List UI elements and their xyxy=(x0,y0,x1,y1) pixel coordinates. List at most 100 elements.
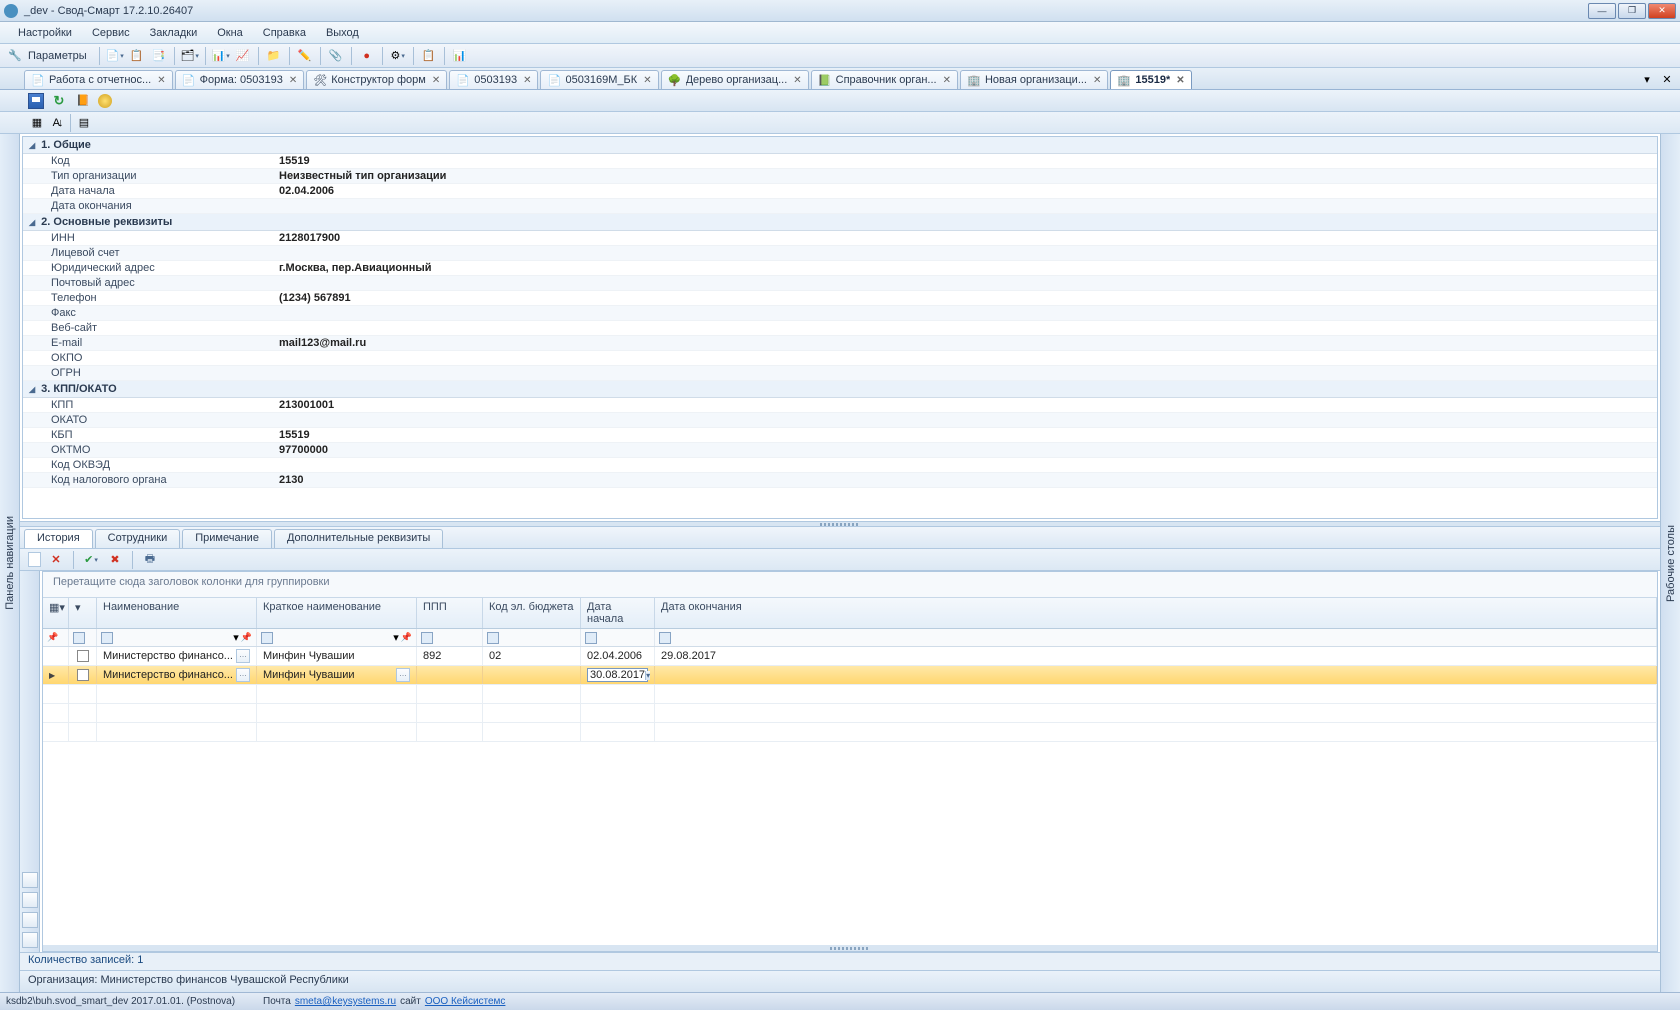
prop-row[interactable]: Факс xyxy=(23,306,1657,321)
prop-value[interactable] xyxy=(273,351,1657,365)
filter-icon[interactable] xyxy=(421,632,433,644)
tab-close-icon[interactable]: ✕ xyxy=(943,75,951,86)
table-row[interactable]: Министерство финансо...…Минфин Чувашии89… xyxy=(43,647,1657,666)
tb-btn-2[interactable]: 📋 xyxy=(128,47,146,65)
tabs-dropdown-icon[interactable]: ▾ xyxy=(1638,71,1656,89)
col-ppp[interactable]: ППП xyxy=(417,598,483,628)
edit-button[interactable]: … xyxy=(236,649,250,663)
tab-close-icon[interactable]: ✕ xyxy=(1093,75,1101,86)
prop-row[interactable]: Юридический адресг.Москва, пер.Авиационн… xyxy=(23,261,1657,276)
date-editor[interactable]: 30.08.2017▾ xyxy=(587,668,648,682)
prop-row[interactable]: Веб-сайт xyxy=(23,321,1657,336)
prop-row[interactable]: ОГРН xyxy=(23,366,1657,381)
tb-chart-icon[interactable]: 📊 xyxy=(451,47,469,65)
prop-row[interactable]: КБП15519 xyxy=(23,428,1657,443)
col-indicator[interactable]: ▦▾ xyxy=(43,598,69,628)
coin-icon[interactable] xyxy=(98,94,112,108)
col-short[interactable]: Краткое наименование xyxy=(257,598,417,628)
prop-value[interactable] xyxy=(273,366,1657,380)
col-dstart[interactable]: Дата начала xyxy=(581,598,655,628)
prop-value[interactable]: 213001001 xyxy=(273,398,1657,412)
tb-btn-6[interactable]: 📈 xyxy=(234,47,252,65)
tb-btn-4[interactable]: 🗂 xyxy=(181,47,199,65)
tab-history[interactable]: История xyxy=(24,529,93,548)
prop-value[interactable]: Неизвестный тип организации xyxy=(273,169,1657,183)
prop-value[interactable] xyxy=(273,306,1657,320)
prop-value[interactable]: (1234) 567891 xyxy=(273,291,1657,305)
prop-row[interactable]: КПП213001001 xyxy=(23,398,1657,413)
prop-row[interactable]: ОКПО xyxy=(23,351,1657,366)
tab-close-icon[interactable]: ✕ xyxy=(643,75,651,86)
prop-value[interactable] xyxy=(273,199,1657,213)
tab-extra[interactable]: Дополнительные реквизиты xyxy=(274,529,443,548)
tab-close-icon[interactable]: ✕ xyxy=(523,75,531,86)
prop-value[interactable] xyxy=(273,413,1657,427)
menu-exit[interactable]: Выход xyxy=(316,27,369,39)
menu-settings[interactable]: Настройки xyxy=(8,27,82,39)
tab-3[interactable]: 📄0503193✕ xyxy=(449,70,538,89)
prop-section[interactable]: 3. КПП/ОКАТО xyxy=(23,381,1657,398)
journal-icon[interactable]: 📙 xyxy=(74,92,92,110)
filter-icon[interactable] xyxy=(585,632,597,644)
prop-value[interactable]: 2128017900 xyxy=(273,231,1657,245)
prop-row[interactable]: Лицевой счет xyxy=(23,246,1657,261)
tab-4[interactable]: 📄0503169М_БК✕ xyxy=(540,70,658,89)
tb-btn-7[interactable]: 📁 xyxy=(265,47,283,65)
minimize-button[interactable]: — xyxy=(1588,3,1616,19)
prop-value[interactable] xyxy=(273,276,1657,290)
tab-2[interactable]: 🛠Конструктор форм✕ xyxy=(306,70,447,89)
edit-button[interactable]: … xyxy=(236,668,250,682)
prop-row[interactable]: Тип организацииНеизвестный тип организац… xyxy=(23,169,1657,184)
prop-row[interactable]: Телефон(1234) 567891 xyxy=(23,291,1657,306)
filter-icon[interactable] xyxy=(659,632,671,644)
save-icon[interactable] xyxy=(28,93,44,109)
menu-windows[interactable]: Окна xyxy=(207,27,253,39)
prop-value[interactable]: г.Москва, пер.Авиационный xyxy=(273,261,1657,275)
tab-close-icon[interactable]: ✕ xyxy=(793,75,801,86)
mail-link[interactable]: smeta@keysystems.ru xyxy=(295,996,396,1007)
properties-icon[interactable]: ▤ xyxy=(75,114,93,132)
nav-panel-collapsed[interactable]: Панель навигации xyxy=(0,134,20,992)
prop-row[interactable]: E-mailmail123@mail.ru xyxy=(23,336,1657,351)
categorize-icon[interactable]: ▦ xyxy=(28,114,46,132)
tb-stop-icon[interactable]: ● xyxy=(358,47,376,65)
params-label[interactable]: Параметры xyxy=(28,50,93,62)
tab-close-icon[interactable]: ✕ xyxy=(1176,75,1184,86)
tb-btn-3[interactable]: 📑 xyxy=(150,47,168,65)
edit-button[interactable]: … xyxy=(396,668,410,682)
row-checkbox[interactable] xyxy=(77,650,89,662)
prop-value[interactable]: 97700000 xyxy=(273,443,1657,457)
tab-note[interactable]: Примечание xyxy=(182,529,272,548)
maximize-button[interactable]: ❐ xyxy=(1618,3,1646,19)
table-row[interactable]: ▶Министерство финансо...…Минфин Чувашии…… xyxy=(43,666,1657,685)
filter-icon[interactable] xyxy=(487,632,499,644)
pin-icon[interactable]: 📌 xyxy=(241,632,252,643)
prop-row[interactable]: Код налогового органа2130 xyxy=(23,473,1657,488)
new-row-icon[interactable] xyxy=(28,552,41,567)
tb-btn-1[interactable]: 📄 xyxy=(106,47,124,65)
menu-service[interactable]: Сервис xyxy=(82,27,140,39)
tb-btn-9[interactable]: 📎 xyxy=(327,47,345,65)
tab-close-icon[interactable]: ✕ xyxy=(157,75,165,86)
prop-value[interactable] xyxy=(273,321,1657,335)
prop-value[interactable]: mail123@mail.ru xyxy=(273,336,1657,350)
menu-help[interactable]: Справка xyxy=(253,27,316,39)
delete-row-icon[interactable]: ✕ xyxy=(47,551,65,569)
close-button[interactable]: ✕ xyxy=(1648,3,1676,19)
filter-icon[interactable] xyxy=(261,632,273,644)
prop-row[interactable]: Дата окончания xyxy=(23,199,1657,214)
date-dropdown-icon[interactable]: ▾ xyxy=(645,671,650,680)
prop-value[interactable]: 15519 xyxy=(273,428,1657,442)
print-icon[interactable]: 🖶 xyxy=(141,551,159,569)
wrench-icon[interactable]: 🔧 xyxy=(6,47,24,65)
tb-btn-10[interactable]: 📋 xyxy=(420,47,438,65)
prop-value[interactable] xyxy=(273,246,1657,260)
prop-row[interactable]: Код15519 xyxy=(23,154,1657,169)
pin-icon[interactable]: 📌 xyxy=(401,632,412,643)
prop-row[interactable]: Почтовый адрес xyxy=(23,276,1657,291)
vsb-btn-4[interactable] xyxy=(22,932,38,948)
tab-close-icon[interactable]: ✕ xyxy=(432,75,440,86)
prop-row[interactable]: Код ОКВЭД xyxy=(23,458,1657,473)
prop-value[interactable]: 15519 xyxy=(273,154,1657,168)
col-dend[interactable]: Дата окончания xyxy=(655,598,1657,628)
